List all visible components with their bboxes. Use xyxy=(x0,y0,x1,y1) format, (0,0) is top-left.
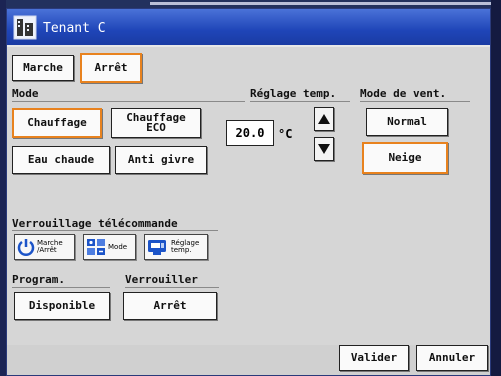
neige-button[interactable]: Neige xyxy=(362,142,448,174)
temperature-display: 20.0 xyxy=(226,120,274,146)
remote-lock-heading: Verrouillage télécommande xyxy=(12,217,178,230)
program-divider xyxy=(12,287,110,288)
lock-onoff-button[interactable]: Marche/Arrêt xyxy=(14,234,75,260)
marche-button[interactable]: Marche xyxy=(12,55,74,81)
window-title: Tenant C xyxy=(43,21,106,36)
lock-arret-button[interactable]: Arrêt xyxy=(123,292,217,320)
fan-heading: Mode de vent. xyxy=(360,87,447,100)
lock-mode-button[interactable]: Mode xyxy=(83,234,136,260)
mode-divider xyxy=(12,101,245,102)
chauffage-eco-line2: ECO xyxy=(146,121,166,134)
lock-mode-label: Mode xyxy=(108,242,128,251)
mode-heading: Mode xyxy=(12,87,39,100)
building-icon xyxy=(13,15,37,40)
temp-divider xyxy=(250,101,350,102)
arrow-up-icon xyxy=(318,114,330,124)
temp-down-button[interactable] xyxy=(314,137,334,161)
annuler-button[interactable]: Annuler xyxy=(416,345,488,371)
screen-right-frame xyxy=(491,0,501,376)
temp-up-button[interactable] xyxy=(314,107,334,131)
top-frame-strip xyxy=(150,2,501,5)
fan-divider xyxy=(360,101,470,102)
chauffage-button[interactable]: Chauffage xyxy=(12,108,102,138)
lock-temp-button[interactable]: Réglage temp. xyxy=(144,234,208,260)
title-bar: Tenant C xyxy=(7,9,490,47)
arrow-down-icon xyxy=(318,144,330,154)
program-disponible-button[interactable]: Disponible xyxy=(14,292,110,320)
tenant-dialog: Tenant C Marche Arrêt Mode Chauffage Cha… xyxy=(6,8,491,376)
lock-heading: Verrouiller xyxy=(125,273,198,286)
arret-button[interactable]: Arrêt xyxy=(80,53,142,83)
lock-onoff-line2: /Arrêt xyxy=(37,246,57,254)
temperature-unit: °C xyxy=(278,127,293,141)
eau-chaude-button[interactable]: Eau chaude xyxy=(12,146,110,174)
remote-lock-divider xyxy=(12,230,218,231)
normal-button[interactable]: Normal xyxy=(366,108,448,136)
power-icon xyxy=(17,239,35,256)
program-heading: Program. xyxy=(12,273,65,286)
anti-givre-button[interactable]: Anti givre xyxy=(115,146,207,174)
mode-icon xyxy=(87,239,105,255)
lock-divider xyxy=(125,287,219,288)
lock-temp-line2: temp. xyxy=(171,246,192,254)
valider-button[interactable]: Valider xyxy=(339,345,409,371)
chauffage-eco-button[interactable]: Chauffage ECO xyxy=(111,108,201,138)
thermostat-icon xyxy=(148,240,166,255)
temp-heading: Réglage temp. xyxy=(250,87,337,100)
